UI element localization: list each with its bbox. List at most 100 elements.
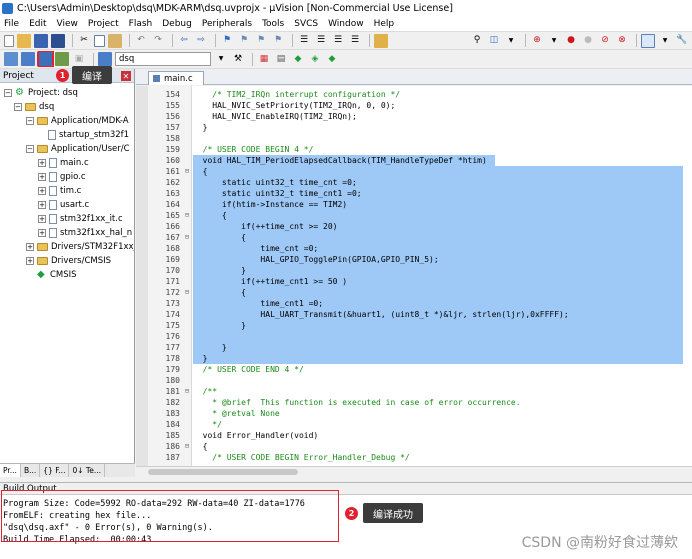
fold-marker-icon[interactable] [183, 375, 191, 386]
code-line[interactable]: 171 if(++time_cnt1 >= 50 ) [136, 276, 692, 287]
fold-marker-icon[interactable] [183, 100, 191, 111]
fold-marker-icon[interactable] [183, 254, 191, 265]
fold-marker-icon[interactable] [183, 452, 191, 463]
nav-forward-icon[interactable]: ⇨ [194, 34, 208, 48]
fold-marker-icon[interactable]: ⊟ [183, 166, 191, 177]
menu-flash[interactable]: Flash [129, 19, 153, 29]
horizontal-scrollbar[interactable] [136, 466, 692, 477]
find-in-files-icon[interactable] [374, 33, 388, 48]
fold-marker-icon[interactable] [183, 155, 191, 166]
manage-components-icon[interactable]: ▤ [274, 52, 288, 66]
fold-marker-icon[interactable] [183, 199, 191, 210]
code-line[interactable]: 179 /* USER CODE END 4 */ [136, 364, 692, 375]
clear-breakpoints-icon[interactable]: ⊘ [598, 34, 612, 48]
code-line[interactable]: 168 time_cnt =0; [136, 243, 692, 254]
indent-icon[interactable]: ☰ [297, 34, 311, 48]
tree-file-main[interactable]: + main.c [38, 156, 89, 169]
build-icon[interactable] [21, 52, 35, 66]
code-line[interactable]: 182 * @brief This function is executed i… [136, 397, 692, 408]
menu-project[interactable]: Project [88, 19, 119, 29]
code-line[interactable]: 185 void Error_Handler(void) [136, 430, 692, 441]
expand-icon[interactable]: + [38, 214, 46, 223]
fold-marker-icon[interactable] [183, 353, 191, 364]
code-line[interactable]: 178 } [136, 353, 692, 364]
tree-group-drivers-cmsis[interactable]: + Drivers/CMSIS [26, 254, 111, 267]
tree-file-gpio[interactable]: + gpio.c [38, 170, 86, 183]
fold-marker-icon[interactable] [183, 364, 191, 375]
fold-marker-icon[interactable] [183, 298, 191, 309]
fold-marker-icon[interactable] [183, 419, 191, 430]
code-line[interactable]: 164 if(htim->Instance == TIM2) [136, 199, 692, 210]
code-line[interactable]: 165 ⊟ { [136, 210, 692, 221]
tab-templates[interactable]: 0↓ Te... [69, 464, 105, 477]
copy-icon[interactable] [94, 34, 105, 47]
manage-rte-icon[interactable]: ◆ [291, 52, 305, 66]
window-layout-icon[interactable] [641, 33, 655, 48]
scrollbar-thumb[interactable] [148, 469, 298, 475]
expand-icon[interactable]: + [38, 186, 46, 195]
tree-node-project[interactable]: − ⚙ Project: dsq [4, 86, 78, 99]
expand-icon[interactable]: + [38, 172, 46, 181]
fold-marker-icon[interactable] [183, 408, 191, 419]
code-line[interactable]: 154 /* TIM2_IRQn interrupt configuration… [136, 89, 692, 100]
fold-marker-icon[interactable]: ⊟ [183, 210, 191, 221]
tab-books[interactable]: B... [21, 464, 41, 477]
tree-file-startup[interactable]: startup_stm32f1 [48, 128, 129, 141]
fold-marker-icon[interactable] [183, 309, 191, 320]
menu-view[interactable]: View [57, 19, 78, 29]
prev-bookmark-icon[interactable]: ⚑ [237, 34, 251, 48]
code-line[interactable]: 166 if(++time_cnt >= 20) [136, 221, 692, 232]
target-options-icon[interactable]: ⚒ [231, 52, 245, 66]
configure-icon[interactable]: 🔧 [675, 34, 689, 48]
fold-marker-icon[interactable] [183, 331, 191, 342]
expand-icon[interactable]: + [38, 200, 46, 209]
menu-peripherals[interactable]: Peripherals [202, 19, 252, 29]
code-line[interactable]: 167 ⊟ { [136, 232, 692, 243]
code-line[interactable]: 162 static uint32_t time_cnt =0; [136, 177, 692, 188]
code-line[interactable]: 156 HAL_NVIC_EnableIRQ(TIM2_IRQn); [136, 111, 692, 122]
code-line[interactable]: 161 ⊟ { [136, 166, 692, 177]
tree-node-cmsis[interactable]: ◆ CMSIS [37, 268, 77, 281]
new-file-icon[interactable] [4, 34, 14, 47]
save-icon[interactable] [34, 33, 48, 48]
collapse-icon[interactable]: − [26, 116, 34, 125]
fold-marker-icon[interactable] [183, 430, 191, 441]
collapse-icon[interactable]: − [4, 88, 12, 97]
stop-build-icon[interactable]: ▣ [72, 52, 86, 66]
fold-marker-icon[interactable] [183, 111, 191, 122]
code-line[interactable]: 175 } [136, 320, 692, 331]
kill-breakpoints-icon[interactable]: ⊗ [615, 34, 629, 48]
expand-icon[interactable]: + [38, 228, 46, 237]
uncomment-icon[interactable]: ☰ [348, 34, 362, 48]
comment-icon[interactable]: ☰ [331, 34, 345, 48]
save-all-icon[interactable] [51, 33, 65, 48]
close-icon[interactable]: ✕ [121, 71, 131, 81]
dropdown-arrow-icon[interactable]: ▼ [658, 34, 672, 48]
clear-bookmarks-icon[interactable]: ⚑ [271, 34, 285, 48]
translate-icon[interactable] [4, 52, 18, 66]
undo-icon[interactable]: ↶ [134, 34, 148, 48]
dropdown-arrow-icon[interactable]: ▼ [547, 34, 561, 48]
code-line[interactable]: 186 ⊟ { [136, 441, 692, 452]
fold-marker-icon[interactable] [183, 342, 191, 353]
fold-marker-icon[interactable] [183, 320, 191, 331]
code-line[interactable]: 183 * @retval None [136, 408, 692, 419]
fold-marker-icon[interactable] [183, 133, 191, 144]
nav-back-icon[interactable]: ⇦ [177, 34, 191, 48]
pack-installer-icon[interactable]: ◈ [308, 52, 322, 66]
batch-build-icon[interactable] [55, 52, 69, 66]
fold-marker-icon[interactable]: ⊟ [183, 441, 191, 452]
fold-marker-icon[interactable] [183, 265, 191, 276]
tree-node-target[interactable]: − dsq [14, 100, 54, 113]
paste-icon[interactable] [108, 33, 122, 48]
bookmark-icon[interactable]: ⚑ [220, 34, 234, 48]
tree-file-it[interactable]: + stm32f1xx_it.c [38, 212, 123, 225]
code-line[interactable]: 169 HAL_GPIO_TogglePin(GPIOA,GPIO_PIN_5)… [136, 254, 692, 265]
target-select[interactable]: dsq [115, 52, 211, 66]
code-line[interactable]: 160 void HAL_TIM_PeriodElapsedCallback(T… [136, 155, 692, 166]
code-line[interactable]: 157 } [136, 122, 692, 133]
tree-group-drivers-stm32[interactable]: + Drivers/STM32F1xx_ [26, 240, 134, 253]
code-line[interactable]: 158 [136, 133, 692, 144]
collapse-icon[interactable]: − [14, 102, 22, 111]
code-line[interactable]: 184 */ [136, 419, 692, 430]
